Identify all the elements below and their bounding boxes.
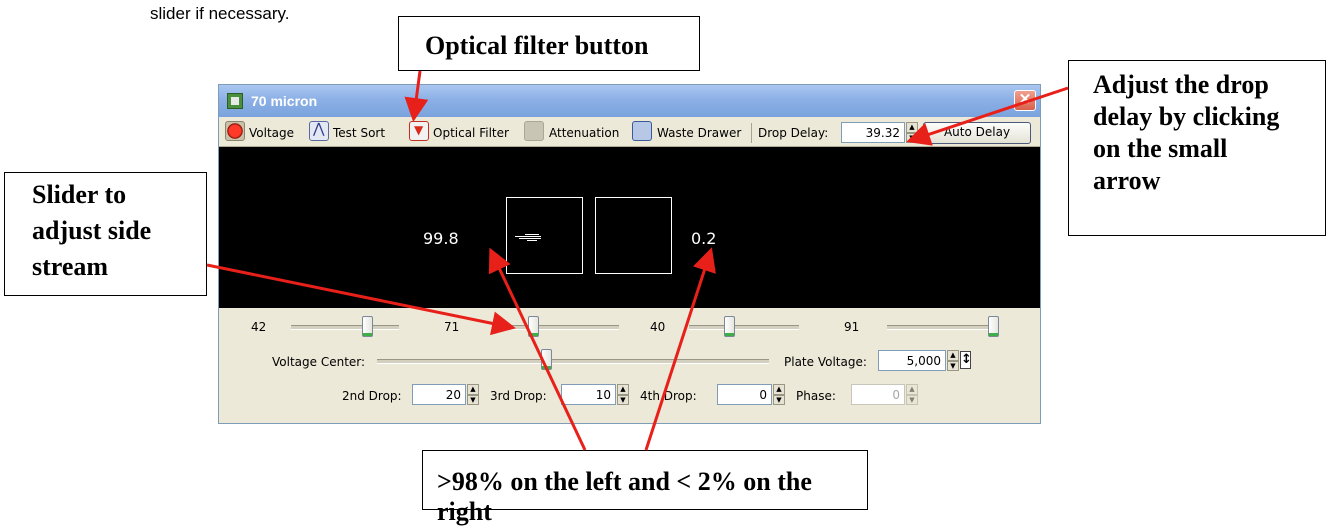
left-stream-percent: 99.8: [423, 229, 459, 248]
plate-voltage-label: Plate Voltage:: [784, 355, 867, 369]
drop-delay-label: Drop Delay:: [758, 126, 829, 140]
slider-4-track[interactable]: [887, 325, 999, 330]
third-drop-label: 3rd Drop:: [490, 389, 547, 403]
callout-drop-delay-line-1: Adjust the drop: [1093, 70, 1269, 99]
spin-up-icon[interactable]: ▲: [947, 350, 959, 361]
voltage-icon[interactable]: [225, 121, 245, 141]
drop-delay-input[interactable]: 39.32: [841, 122, 905, 143]
test-sort-button[interactable]: Test Sort: [333, 124, 385, 142]
spin-up-icon[interactable]: ▲: [617, 384, 629, 395]
right-stream-box: [595, 197, 672, 274]
third-drop-spinner[interactable]: ▲ ▼: [617, 384, 629, 405]
callout-side-stream-line-1: Slider to: [32, 180, 127, 209]
callout-optical-filter: Optical filter button: [398, 16, 700, 71]
sorter-window: 70 micron ✕ Voltage Test Sort Optical Fi…: [218, 84, 1041, 424]
spin-up-icon[interactable]: ▲: [467, 384, 479, 395]
fourth-drop-spinner[interactable]: ▲ ▼: [773, 384, 785, 405]
spin-down-icon[interactable]: ▼: [906, 132, 918, 143]
right-stream-percent: 0.2: [691, 229, 717, 248]
slider-3-track[interactable]: [689, 325, 799, 330]
voltage-button[interactable]: Voltage: [249, 124, 294, 142]
spin-down-icon[interactable]: ▼: [467, 394, 479, 405]
optical-filter-button[interactable]: Optical Filter: [433, 124, 509, 142]
spin-up-icon[interactable]: ▲: [906, 122, 918, 133]
attenuation-icon[interactable]: [524, 121, 544, 141]
phase-label: Phase:: [796, 389, 836, 403]
plate-voltage-input[interactable]: 5,000: [878, 350, 946, 371]
callout-side-stream-line-2: adjust side: [32, 216, 152, 245]
plate-voltage-spinner[interactable]: ▲ ▼: [947, 350, 959, 371]
toolbar-divider: [751, 123, 752, 143]
fourth-drop-label: 4th Drop:: [640, 389, 697, 403]
slider-2-value: 71: [444, 320, 460, 334]
stream-spot: [515, 232, 543, 242]
test-sort-icon[interactable]: [309, 121, 329, 141]
drop-delay-spinner[interactable]: ▲ ▼: [906, 122, 918, 143]
app-icon: [227, 93, 243, 109]
second-drop-spinner[interactable]: ▲ ▼: [467, 384, 479, 405]
document-text: slider if necessary.: [150, 4, 290, 23]
optical-filter-icon[interactable]: [409, 121, 429, 141]
spin-down-icon[interactable]: ▼: [617, 394, 629, 405]
phase-input: 0: [851, 384, 905, 405]
attenuation-button[interactable]: Attenuation: [549, 124, 619, 142]
slider-3-value: 40: [650, 320, 666, 334]
voltage-center-track[interactable]: [377, 359, 769, 364]
phase-spinner: ▲ ▼: [906, 384, 918, 405]
third-drop-input[interactable]: 10: [561, 384, 616, 405]
window-title: 70 micron: [251, 93, 318, 109]
title-bar[interactable]: 70 micron ✕: [219, 85, 1040, 117]
slider-4-value: 91: [844, 320, 860, 334]
slider-1-track[interactable]: [291, 325, 399, 330]
callout-drop-delay-line-3: on the small: [1093, 134, 1228, 163]
control-panel: 42 71 40 91 Voltage Center: Plate Voltag…: [219, 308, 1040, 423]
slider-1-thumb[interactable]: [361, 316, 373, 337]
spin-down-icon: ▼: [906, 394, 918, 405]
callout-percent-note: >98% on the left and < 2% on the right: [422, 450, 868, 526]
slider-2-thumb[interactable]: [528, 316, 540, 337]
close-button[interactable]: ✕: [1014, 90, 1036, 111]
fourth-drop-input[interactable]: 0: [717, 384, 772, 405]
second-drop-input[interactable]: 20: [412, 384, 466, 405]
spin-down-icon[interactable]: ▼: [947, 360, 959, 371]
spin-up-icon[interactable]: ▲: [773, 384, 785, 395]
slider-2-track[interactable]: [494, 325, 619, 330]
second-drop-label: 2nd Drop:: [342, 389, 402, 403]
spin-up-icon: ▲: [906, 384, 918, 395]
spin-down-icon[interactable]: ▼: [773, 394, 785, 405]
pin-icon[interactable]: ↕: [960, 351, 972, 369]
auto-delay-button[interactable]: Auto Delay: [923, 122, 1031, 144]
slider-3-thumb[interactable]: [723, 316, 735, 337]
callout-drop-delay: Adjust the drop delay by clicking on the…: [1068, 60, 1326, 236]
callout-drop-delay-line-4: arrow: [1093, 166, 1161, 195]
callout-side-stream-line-3: stream: [32, 252, 109, 281]
slider-1-value: 42: [251, 320, 267, 334]
waste-drawer-icon[interactable]: [632, 121, 652, 141]
toolbar: Voltage Test Sort Optical Filter Attenua…: [219, 117, 1040, 147]
left-stream-box: [506, 197, 583, 274]
voltage-center-thumb[interactable]: [540, 349, 552, 370]
callout-drop-delay-line-2: delay by clicking: [1093, 102, 1280, 131]
waste-drawer-button[interactable]: Waste Drawer: [657, 124, 741, 142]
side-stream-view: 99.8 0.2: [219, 147, 1040, 308]
callout-side-stream: Slider to adjust side stream: [4, 172, 207, 296]
voltage-center-label: Voltage Center:: [272, 355, 366, 369]
slider-4-thumb[interactable]: [988, 316, 999, 337]
